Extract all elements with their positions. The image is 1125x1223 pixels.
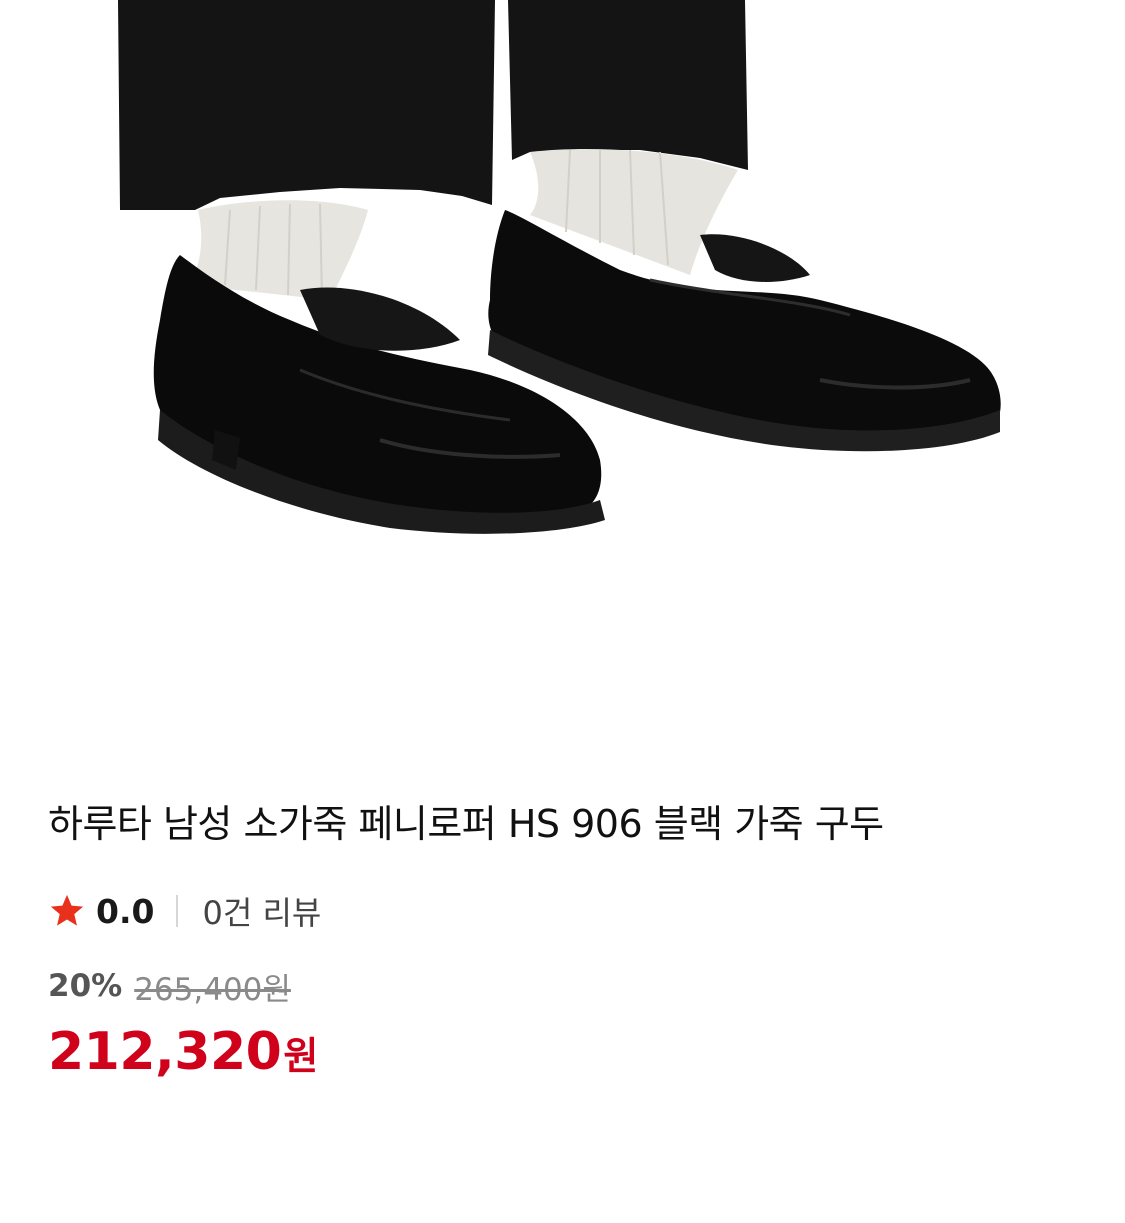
star-icon — [50, 894, 84, 926]
rating-value: 0.0 — [96, 891, 155, 931]
divider — [176, 895, 179, 927]
review-count-link[interactable]: 0건 리뷰 — [202, 888, 321, 934]
original-price: 265,400원 — [134, 971, 291, 1008]
product-info: 하루타 남성 소가죽 페니로퍼 HS 906 블랙 가죽 구두 0.0 0건 리… — [48, 792, 1078, 1082]
rating-row[interactable]: 0.0 0건 리뷰 — [48, 886, 1078, 936]
sale-price-row: 212,320 원 — [48, 1022, 1078, 1082]
price-unit: 원 — [283, 1034, 319, 1078]
sale-price: 212,320 — [48, 1022, 282, 1082]
discount-rate: 20% — [48, 968, 123, 1004]
product-photo — [118, 0, 1001, 534]
product-title: 하루타 남성 소가죽 페니로퍼 HS 906 블랙 가죽 구두 — [48, 802, 884, 846]
original-price-row: 20% 265,400원 — [48, 964, 1078, 1008]
product-image[interactable] — [0, 0, 1125, 752]
